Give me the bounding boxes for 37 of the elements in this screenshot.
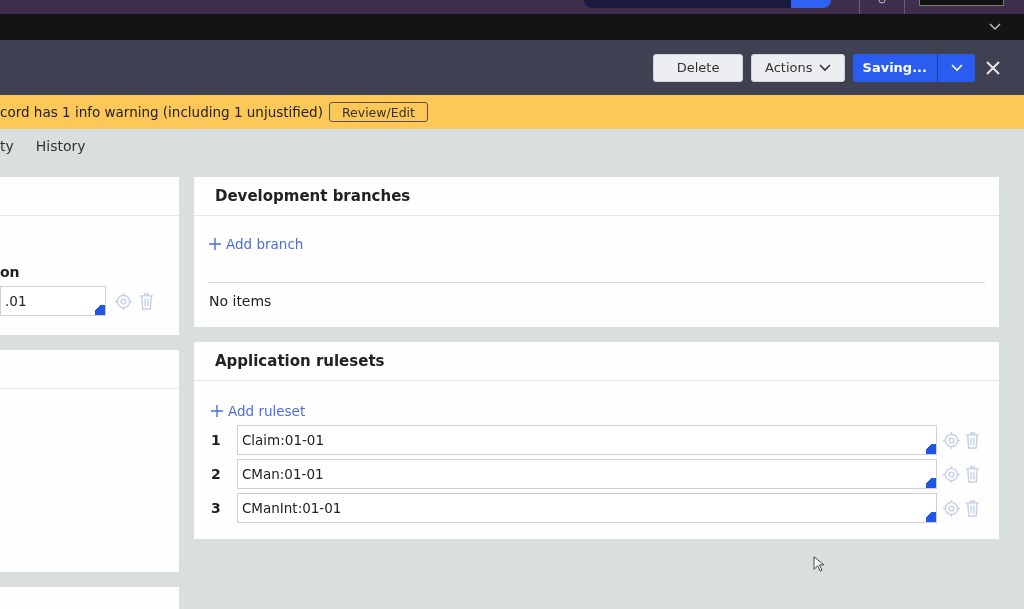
- ruleset-field[interactable]: CManInt:01-01: [236, 493, 938, 523]
- plus-icon: [209, 238, 221, 250]
- target-icon[interactable]: [114, 291, 133, 311]
- close-icon[interactable]: [985, 59, 1001, 76]
- card-title: Development branches: [215, 187, 411, 205]
- cursor-icon: [813, 556, 824, 572]
- row-number: 2: [211, 466, 222, 482]
- delete-button[interactable]: Delete: [653, 53, 744, 82]
- tab[interactable]: History: [35, 133, 86, 158]
- card-title: Application rulesets: [215, 352, 385, 370]
- field-label: on: [0, 264, 21, 280]
- empty-message: No items: [209, 293, 273, 309]
- warning-message: cord has 1 info warning (including 1 unjustified): [0, 104, 323, 120]
- chevron-down-icon: [818, 63, 831, 72]
- add-ruleset-link[interactable]: Add ruleset: [211, 403, 306, 419]
- chevron-down-icon[interactable]: [989, 23, 1001, 31]
- trash-icon[interactable]: [964, 430, 981, 450]
- trash-icon[interactable]: [138, 291, 155, 311]
- ruleset-field[interactable]: Claim:01-01: [236, 425, 938, 455]
- review-edit-button[interactable]: Review/Edit: [328, 102, 428, 122]
- version-field[interactable]: .01: [0, 286, 106, 316]
- chevron-down-icon: [950, 63, 963, 72]
- plus-icon: [211, 405, 223, 417]
- search-button[interactable]: [791, 0, 831, 8]
- trash-icon[interactable]: [964, 464, 981, 484]
- target-icon[interactable]: [942, 430, 962, 450]
- actions-button[interactable]: Actions: [751, 53, 845, 82]
- save-button[interactable]: Saving...: [852, 53, 937, 82]
- row-number: 1: [211, 432, 222, 448]
- add-branch-link[interactable]: Add branch: [209, 236, 304, 252]
- row-number: 3: [211, 500, 222, 516]
- tab[interactable]: ty: [0, 133, 14, 158]
- ruleset-field[interactable]: CMan:01-01: [236, 459, 938, 489]
- trash-icon[interactable]: [964, 498, 981, 518]
- target-icon[interactable]: [942, 464, 962, 484]
- dropdown-button[interactable]: [937, 53, 975, 82]
- target-icon[interactable]: [942, 498, 962, 518]
